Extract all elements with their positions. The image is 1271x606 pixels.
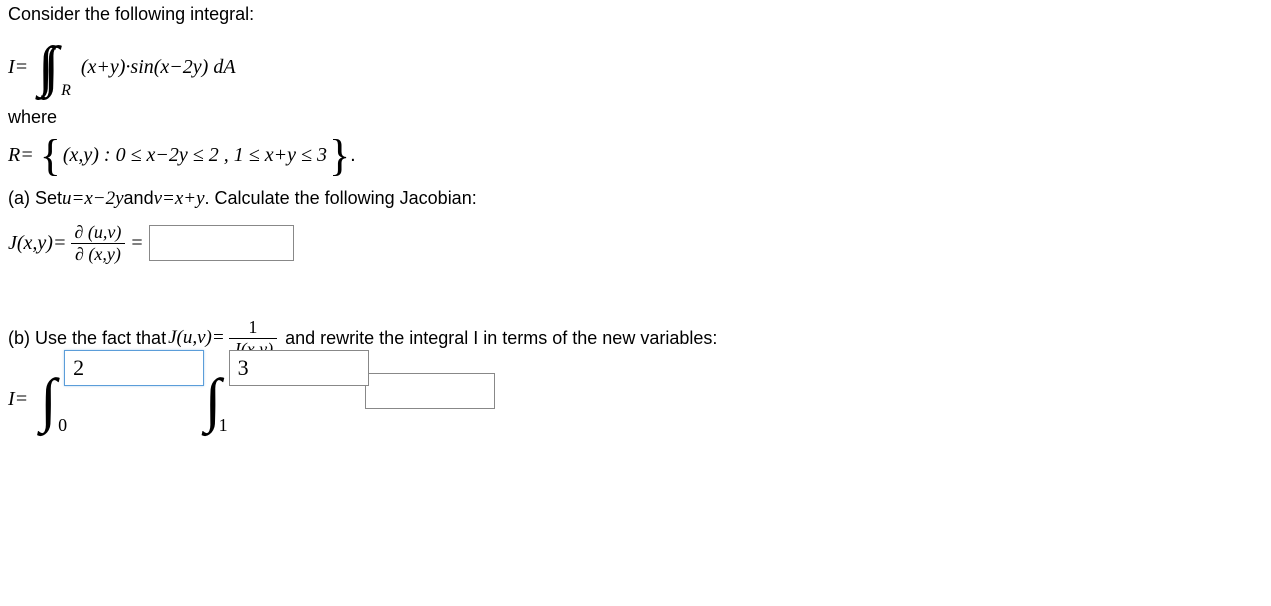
part-a-text: (a) Set u=x−2y and v=x+y . Calculate the… (8, 188, 1263, 210)
inner-upper-bound-input[interactable]: 3 (229, 350, 369, 386)
jacobian-denominator: ∂ (x,y) (71, 243, 125, 265)
outer-upper-bound-input[interactable]: 2 (64, 350, 204, 386)
integral-symbol-outer: ∫ (40, 367, 56, 433)
v-def: v=x+y (154, 188, 205, 210)
region-definition: R= { (x,y) : 0 ≤ x−2y ≤ 2 , 1 ≤ x+y ≤ 3 … (8, 136, 1263, 176)
text: Consider the following integral: (8, 4, 254, 25)
integrand: (x+y)·sin(x−2y) dA (81, 56, 236, 79)
jacobian-fraction: ∂ (u,v) ∂ (x,y) (70, 222, 125, 265)
text-prefix: (b) Use the fact that (8, 328, 166, 349)
period: . (350, 144, 356, 167)
outer-lower-bound: 0 (58, 415, 67, 436)
juv-lhs: J(u,v)= (168, 327, 225, 349)
u-def: u=x−2y (62, 188, 124, 210)
open-brace: { (40, 136, 61, 176)
inner-integral: 3 ∫ 1 (205, 370, 221, 430)
frac-num: 1 (244, 317, 261, 338)
integral-definition: I= ∫∫ R (x+y)·sin(x−2y) dA (8, 39, 236, 95)
integrand-answer-input[interactable] (365, 373, 495, 409)
part-b-integral-row: I= 2 ∫ 0 3 ∫ 1 (8, 370, 1263, 430)
text-suffix: . Calculate the following Jacobian: (205, 188, 477, 209)
jacobian-line: J(x,y)= ∂ (u,v) ∂ (x,y) = (8, 222, 1263, 265)
equals: = (131, 232, 142, 255)
R-label: R= (8, 144, 34, 167)
jacobian-answer-input[interactable] (149, 225, 294, 261)
text: where (8, 107, 57, 128)
I-label: I= (8, 56, 28, 79)
I-label-b: I= (8, 388, 28, 411)
text-suffix: and rewrite the integral I in terms of t… (285, 328, 717, 349)
text-and: and (124, 188, 154, 209)
close-brace: } (329, 136, 350, 176)
integral-subscript: R (61, 83, 71, 99)
where-text: where (8, 107, 1263, 128)
region-text: (x,y) : 0 ≤ x−2y ≤ 2 , 1 ≤ x+y ≤ 3 (63, 144, 327, 167)
jacobian-numerator: ∂ (u,v) (70, 222, 125, 243)
text-prefix: (a) Set (8, 188, 62, 209)
outer-integral: 2 ∫ 0 (40, 370, 56, 430)
jacobian-lhs: J(x,y)= (8, 232, 66, 255)
inner-lower-bound: 1 (219, 415, 228, 436)
intro-text: Consider the following integral: (8, 4, 1263, 25)
double-integral-symbol: ∫∫ R (38, 39, 59, 95)
